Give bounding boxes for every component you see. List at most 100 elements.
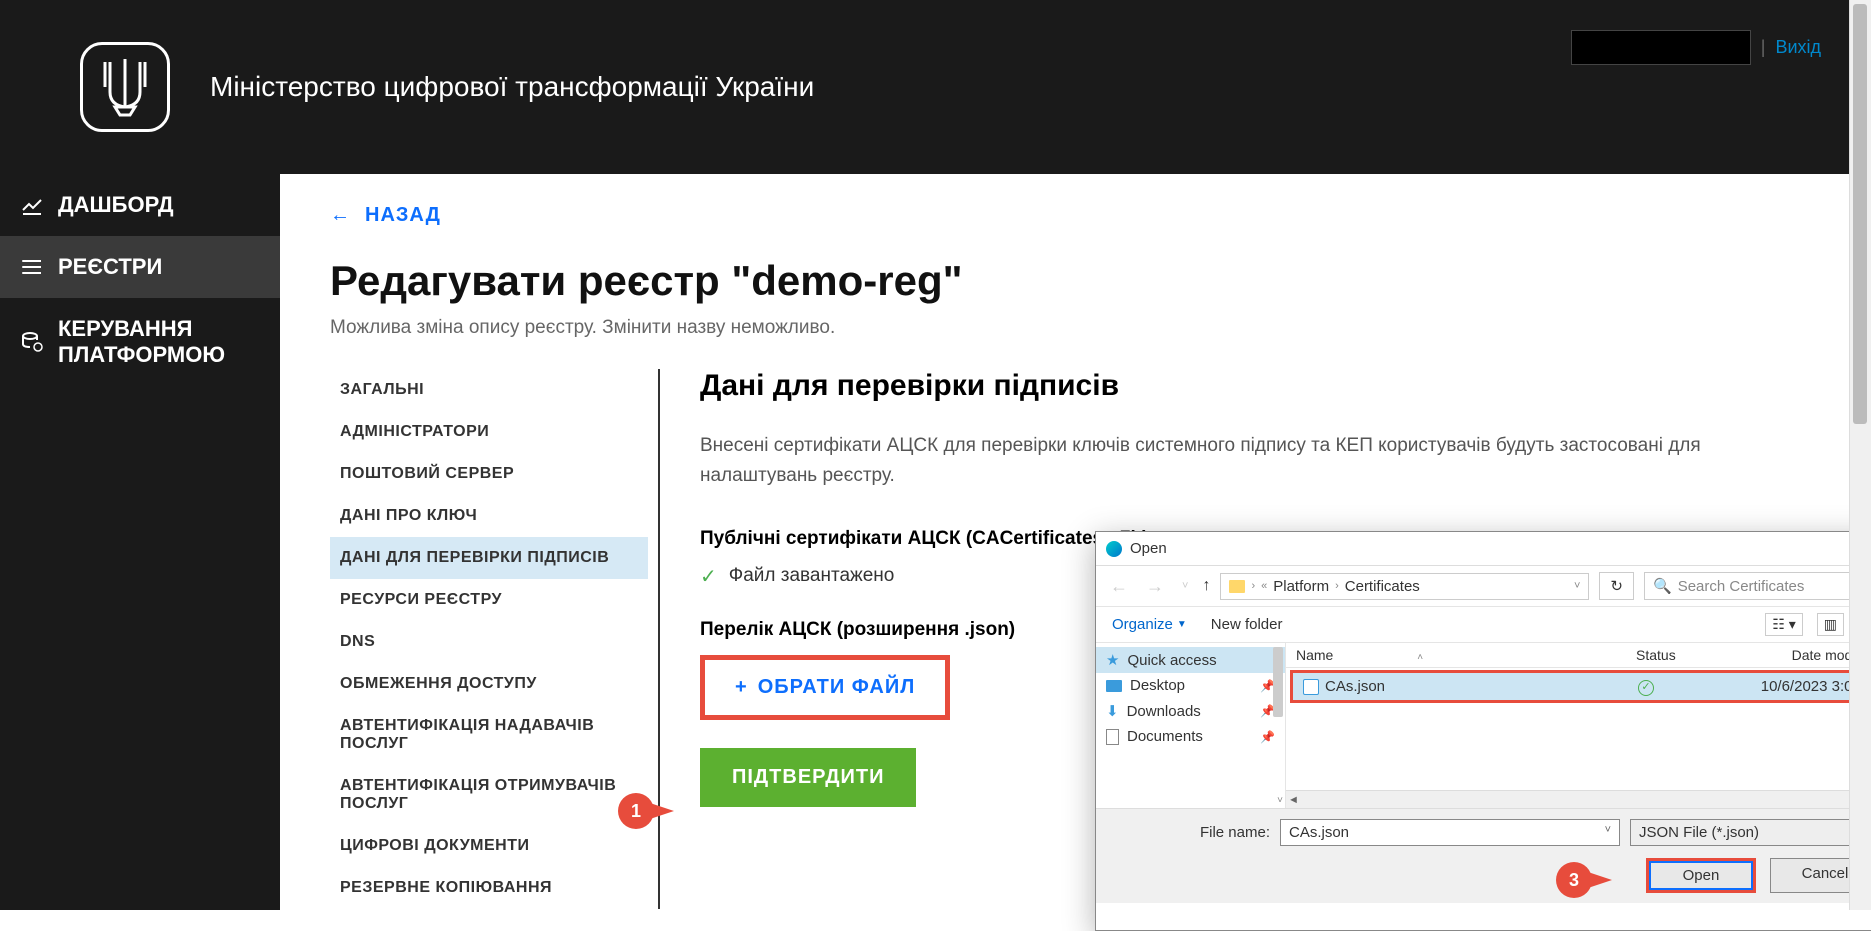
breadcrumb-item[interactable]: Certificates <box>1345 578 1420 595</box>
sidebar-label: КЕРУВАННЯ ПЛАТФОРМОЮ <box>58 316 260 368</box>
nav-mail[interactable]: ПОШТОВИЙ СЕРВЕР <box>330 453 648 495</box>
nav-up-button[interactable]: ↑ <box>1202 577 1210 595</box>
filename-input[interactable]: CAs.json ˅ <box>1280 819 1620 846</box>
confirm-button[interactable]: ПІДТВЕРДИТИ <box>700 748 916 807</box>
refresh-button[interactable]: ↻ <box>1599 572 1634 600</box>
file-list-header: Name ˄ Status Date modified <box>1286 643 1871 668</box>
settings-nav: ЗАГАЛЬНІ АДМІНІСТРАТОРИ ПОШТОВИЙ СЕРВЕР … <box>330 369 660 909</box>
organize-menu[interactable]: Organize ▼ <box>1112 616 1187 633</box>
list-icon <box>20 255 44 279</box>
star-icon: ★ <box>1106 651 1119 669</box>
scroll-thumb[interactable] <box>1853 4 1867 424</box>
col-name[interactable]: Name ˄ <box>1296 647 1636 663</box>
status-check-icon: ✓ <box>1638 680 1654 696</box>
nav-access[interactable]: ОБМЕЖЕННЯ ДОСТУПУ <box>330 663 648 705</box>
sidebar-label: ДАШБОРД <box>58 192 174 218</box>
preview-pane-button[interactable]: ▥ <box>1817 613 1844 636</box>
choose-file-button[interactable]: + ОБРАТИ ФАЙЛ <box>700 655 950 720</box>
sidebar-desktop[interactable]: Desktop 📌 <box>1096 673 1285 698</box>
cancel-label: Cancel <box>1802 865 1849 882</box>
database-gear-icon <box>20 330 44 354</box>
app-header: Міністерство цифрової трансформації Укра… <box>0 0 1871 174</box>
file-row-selected[interactable]: CAs.json ✓ 10/6/2023 3:09 P <box>1290 670 1871 703</box>
nav-backup[interactable]: РЕЗЕРВНЕ КОПІЮВАННЯ <box>330 867 648 909</box>
sidebar-item-platform-management[interactable]: КЕРУВАННЯ ПЛАТФОРМОЮ <box>0 298 280 386</box>
nav-forward-button[interactable]: → <box>1142 574 1168 599</box>
search-icon: 🔍 <box>1653 577 1672 595</box>
breadcrumb-bar[interactable]: › « Platform › Certificates ˅ <box>1220 573 1589 600</box>
breadcrumb-prefix: « <box>1261 580 1267 592</box>
page-subtitle: Можлива зміна опису реєстру. Змінити наз… <box>330 317 1821 339</box>
filename-value: CAs.json <box>1289 824 1349 841</box>
breadcrumb-item[interactable]: Platform <box>1273 578 1329 595</box>
open-label: Open <box>1683 867 1720 884</box>
json-file-icon <box>1303 679 1319 695</box>
sidebar-scroll-down[interactable]: ˅ <box>1277 795 1283 806</box>
refresh-icon: ↻ <box>1610 578 1623 595</box>
nav-key-data[interactable]: ДАНІ ПРО КЛЮЧ <box>330 495 648 537</box>
nav-auth-receivers[interactable]: АВТЕНТИФІКАЦІЯ ОТРИМУВАЧІВ ПОСЛУГ <box>330 765 648 825</box>
sidebar-downloads[interactable]: ⬇ Downloads 📌 <box>1096 698 1285 724</box>
scroll-left-icon[interactable]: ◄ <box>1288 794 1299 806</box>
check-icon: ✓ <box>700 564 717 589</box>
separator: | <box>1761 37 1766 58</box>
nav-digital-docs[interactable]: ЦИФРОВІ ДОКУМЕНТИ <box>330 825 648 867</box>
qa-label: Quick access <box>1127 652 1216 669</box>
app-logo <box>80 42 170 132</box>
qa-label: Documents <box>1127 728 1203 745</box>
open-button[interactable]: Open <box>1646 858 1756 893</box>
nav-back-button[interactable]: ← <box>1106 574 1132 599</box>
sidebar-item-dashboard[interactable]: ДАШБОРД <box>0 174 280 236</box>
edge-icon <box>1106 541 1122 557</box>
col-status[interactable]: Status <box>1636 647 1736 663</box>
nav-recent-button[interactable]: ˅ <box>1178 578 1192 594</box>
chart-icon <box>20 193 44 217</box>
file-open-dialog: Open ✕ ← → ˅ ↑ › « Platform › Certificat… <box>1095 531 1871 931</box>
plus-icon: + <box>735 676 748 699</box>
header-right: | Вихід <box>1571 30 1821 65</box>
download-icon: ⬇ <box>1106 702 1119 720</box>
sidebar-quick-access[interactable]: ★ Quick access <box>1096 647 1285 673</box>
nav-general[interactable]: ЗАГАЛЬНІ <box>330 369 648 411</box>
section-description: Внесені сертифікати АЦСК для перевірки к… <box>700 431 1821 492</box>
page-scrollbar[interactable] <box>1849 0 1871 910</box>
sidebar-item-registries[interactable]: РЕЄСТРИ <box>0 236 280 298</box>
section-heading: Дані для перевірки підписів <box>700 369 1821 403</box>
arrow-left-icon: ← <box>330 204 351 227</box>
dialog-titlebar: Open ✕ <box>1096 532 1871 566</box>
trident-icon <box>100 57 150 117</box>
nav-auth-providers[interactable]: АВТЕНТИФІКАЦІЯ НАДАВАЧІВ ПОСЛУГ <box>330 705 648 765</box>
page-title: Редагувати реєстр "demo-reg" <box>330 257 1821 305</box>
nav-signature-verify[interactable]: ДАНІ ДЛЯ ПЕРЕВІРКИ ПІДПИСІВ <box>330 537 648 579</box>
qa-label: Desktop <box>1130 677 1185 694</box>
sidebar-scrollbar[interactable] <box>1273 647 1283 717</box>
organize-label: Organize <box>1112 616 1173 633</box>
callout-3: 3 <box>1556 862 1592 898</box>
chevron-down-icon[interactable]: ˅ <box>1605 824 1611 836</box>
dialog-nav: ← → ˅ ↑ › « Platform › Certificates ˅ ↻ … <box>1096 566 1871 607</box>
back-link[interactable]: ← НАЗАД <box>330 204 1821 227</box>
nav-dns[interactable]: DNS <box>330 621 648 663</box>
horizontal-scrollbar[interactable]: ◄ ► <box>1286 790 1871 808</box>
sort-up-icon: ˄ <box>1417 652 1423 663</box>
chevron-down-icon: ▼ <box>1177 619 1187 630</box>
header-title: Міністерство цифрової трансформації Укра… <box>210 71 814 103</box>
new-folder-button[interactable]: New folder <box>1211 616 1283 633</box>
logout-link[interactable]: Вихід <box>1775 37 1821 58</box>
file-loaded-text: Файл завантажено <box>729 565 895 587</box>
nav-admins[interactable]: АДМІНІСТРАТОРИ <box>330 411 648 453</box>
chevron-down-icon[interactable]: ˅ <box>1574 580 1580 592</box>
choose-file-label: ОБРАТИ ФАЙЛ <box>758 676 916 699</box>
view-details-button[interactable]: ☷ ▾ <box>1765 613 1802 636</box>
dialog-body: ★ Quick access Desktop 📌 ⬇ Downloads 📌 D… <box>1096 643 1871 808</box>
pin-icon: 📌 <box>1260 730 1275 744</box>
dialog-title: Open <box>1130 540 1167 557</box>
folder-icon <box>1229 580 1245 593</box>
back-label: НАЗАД <box>365 204 441 227</box>
sidebar-documents[interactable]: Documents 📌 <box>1096 724 1285 749</box>
search-input[interactable]: 🔍 Search Certificates <box>1644 572 1871 600</box>
desktop-icon <box>1106 680 1122 692</box>
nav-resources[interactable]: РЕСУРСИ РЕЄСТРУ <box>330 579 648 621</box>
filetype-select[interactable]: JSON File (*.json) ˅ <box>1630 819 1871 846</box>
document-icon <box>1106 729 1119 745</box>
